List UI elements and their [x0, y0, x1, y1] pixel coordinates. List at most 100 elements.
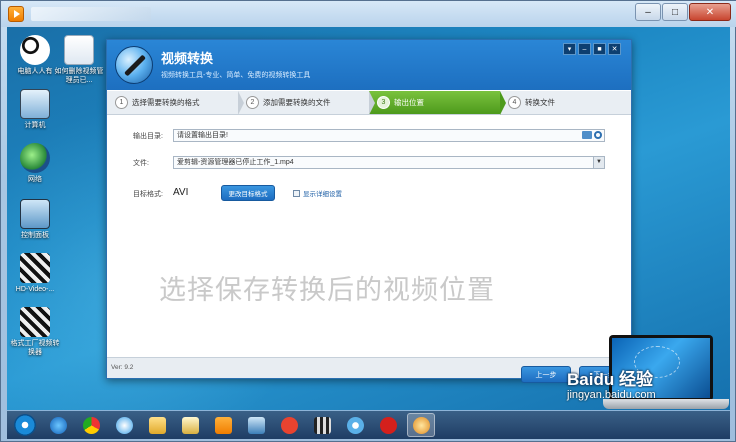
explorer-icon	[181, 416, 199, 434]
desktop-icon-label: 控制面板	[21, 232, 49, 239]
step-label: 添加需要转换的文件	[263, 98, 331, 107]
file-label: 文件:	[133, 160, 149, 167]
wps-icon	[280, 416, 298, 434]
baidu-url: jingyan.baidu.com	[567, 389, 656, 401]
close-button[interactable]: ✕	[689, 3, 731, 21]
converter-logo-icon	[115, 46, 153, 84]
menu-dropdown-button[interactable]: ▾	[563, 43, 576, 55]
taskbar-cloud[interactable]	[110, 413, 138, 437]
chevron-down-icon[interactable]: ▼	[593, 157, 604, 168]
desktop-icon-hd-video[interactable]: HD-Video-...	[9, 253, 61, 294]
desktop-icon-format-factory[interactable]: 格式工厂视频转换器	[9, 307, 61, 357]
desktop-icon-control-panel[interactable]: 控制面板	[9, 199, 61, 240]
taskbar-media[interactable]	[209, 413, 237, 437]
desktop-icon-computer[interactable]: 计算机	[9, 89, 61, 130]
output-dir-label: 输出目录:	[133, 133, 163, 140]
app-subtitle: 视频转换工具-专业、简单、免费的视频转换工具	[161, 72, 311, 79]
video-converter-window: 视频转换 视频转换工具-专业、简单、免费的视频转换工具 ▾ – ■ ✕ 1 选择…	[106, 39, 632, 383]
panda-icon	[20, 35, 50, 65]
start-orb-icon	[14, 414, 36, 436]
step-add-files[interactable]: 2 添加需要转换的文件	[238, 91, 375, 115]
cloud-icon	[115, 416, 133, 434]
step-wizard: 1 选择需要转换的格式 2 添加需要转换的文件 3 输出位置 4 转换文件	[107, 91, 631, 115]
step-number: 1	[115, 96, 128, 109]
taskbar-converter[interactable]	[407, 413, 435, 437]
folder-icon	[148, 416, 166, 434]
show-details-label: 显示详细设置	[303, 191, 342, 198]
media-icon	[214, 416, 232, 434]
output-dir-field[interactable]: 请设置输出目录!	[173, 129, 605, 142]
computer-icon	[20, 89, 50, 119]
taskbar-red-app[interactable]	[374, 413, 402, 437]
file-select[interactable]: 爱剪辑-资源管理器已停止工作_1.mp4 ▼	[173, 156, 605, 169]
start-button[interactable]	[11, 413, 39, 437]
taskbar-chrome[interactable]	[77, 413, 105, 437]
app-close-button[interactable]: ✕	[608, 43, 621, 55]
taskbar-folder[interactable]	[143, 413, 171, 437]
desktop-icon-label: 格式工厂视频转换器	[10, 340, 60, 356]
change-format-button[interactable]: 更改目标格式	[221, 185, 275, 201]
red-app-icon	[379, 416, 397, 434]
taskbar-flower[interactable]	[341, 413, 369, 437]
screen-icon	[247, 416, 265, 434]
document-icon	[64, 35, 94, 65]
outer-window-controls: – □ ✕	[635, 3, 731, 21]
taskbar-screen[interactable]	[242, 413, 270, 437]
chrome-icon	[82, 416, 100, 434]
step-convert[interactable]: 4 转换文件	[500, 91, 631, 114]
show-details-checkbox[interactable]: 显示详细设置	[293, 188, 342, 198]
step-label: 输出位置	[394, 98, 424, 107]
output-dir-value: 请设置输出目录!	[177, 132, 228, 139]
search-icon[interactable]	[594, 131, 602, 139]
app-maximize-button[interactable]: ■	[593, 43, 606, 55]
ie-icon	[49, 416, 67, 434]
step-output-location[interactable]: 3 输出位置	[369, 91, 506, 115]
app-minimize-button[interactable]: –	[578, 43, 591, 55]
step-label: 选择需要转换的格式	[132, 98, 200, 107]
version-label: Ver: 9.2	[111, 364, 134, 371]
folder-icon[interactable]	[582, 131, 592, 139]
network-icon	[20, 143, 50, 173]
prev-step-button[interactable]: 上一步	[521, 366, 571, 383]
app-icon	[412, 416, 430, 434]
target-format-label: 目标格式:	[133, 191, 163, 198]
desktop-icon-label: HD-Video-...	[15, 286, 55, 293]
clapper-icon	[20, 253, 50, 283]
blurred-title	[31, 7, 151, 21]
step-select-format[interactable]: 1 选择需要转换的格式	[107, 91, 244, 115]
taskbar	[7, 410, 730, 439]
outer-window: – □ ✕ 电脑人人有 如何删除视频管理员已... 计算机 网络 控制面板 HD…	[0, 0, 736, 442]
minimize-button[interactable]: –	[635, 3, 661, 21]
desktop-icon-label: 如何删除视频管理员已...	[54, 68, 104, 84]
step-number: 3	[377, 96, 390, 109]
step-number: 2	[246, 96, 259, 109]
film-icon	[313, 416, 331, 434]
clapper-icon	[20, 307, 50, 337]
desktop-icon-label: 计算机	[24, 122, 46, 129]
baidu-watermark: Baidu 经验	[567, 365, 653, 390]
taskbar-ie[interactable]	[44, 413, 72, 437]
flower-icon	[346, 416, 364, 434]
target-format-value: AVI	[173, 187, 189, 198]
step-label: 转换文件	[525, 98, 555, 107]
app-title: 视频转换	[161, 51, 214, 66]
desktop-icon-label: 电脑人人有	[17, 68, 53, 75]
step-number: 4	[508, 96, 521, 109]
taskbar-explorer[interactable]	[176, 413, 204, 437]
instruction-watermark: 选择保存转换后的视频位置	[159, 275, 495, 306]
taskbar-wps[interactable]	[275, 413, 303, 437]
outer-titlebar: – □ ✕	[1, 1, 736, 27]
output-dir-actions	[582, 131, 602, 139]
app-header: 视频转换 视频转换工具-专业、简单、免费的视频转换工具 ▾ – ■ ✕	[107, 40, 631, 90]
file-value: 爱剪辑-资源管理器已停止工作_1.mp4	[177, 159, 294, 166]
checkbox-icon	[293, 189, 300, 197]
app-window-controls: ▾ – ■ ✕	[563, 43, 621, 55]
maximize-button[interactable]: □	[662, 3, 688, 21]
media-player-icon	[8, 6, 24, 22]
control-panel-icon	[20, 199, 50, 229]
desktop-icon-label: 网络	[28, 176, 42, 183]
baidu-text: Baidu 经验	[567, 370, 653, 389]
taskbar-film[interactable]	[308, 413, 336, 437]
desktop-icon-document[interactable]: 如何删除视频管理员已...	[53, 35, 105, 85]
desktop-icon-network[interactable]: 网络	[9, 143, 61, 184]
